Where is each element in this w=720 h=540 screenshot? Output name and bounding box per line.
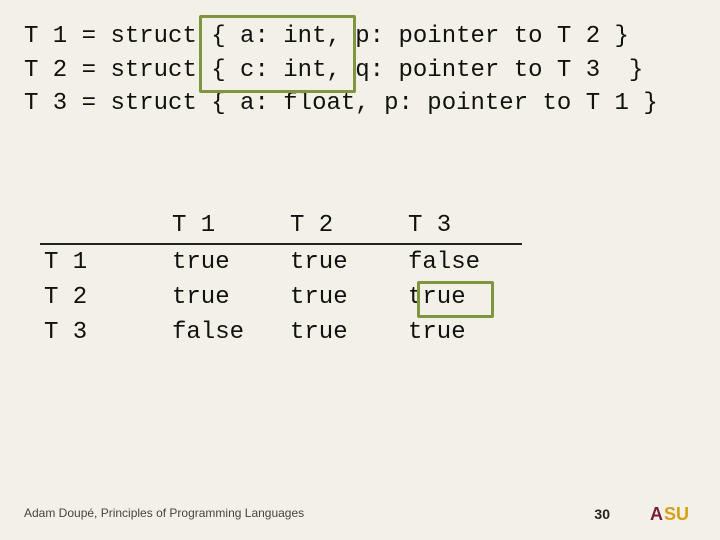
highlight-box-defs (199, 15, 356, 93)
col-h-1: T 1 (168, 208, 286, 244)
def2-name: T 2 (24, 57, 67, 84)
def3-name: T 3 (24, 90, 67, 117)
cell-1-3: false (404, 244, 522, 280)
col-h-3: T 3 (404, 208, 522, 244)
col-empty (40, 208, 168, 244)
asu-logo: A SU (650, 500, 700, 526)
row-h-2: T 2 (40, 280, 168, 315)
def-row-3: T 3 = struct { a: float, p: pointer to T… (24, 87, 696, 121)
row-h-3: T 3 (40, 315, 168, 350)
slide-root: T 1 = struct { a: int, p: pointer to T 2… (0, 0, 720, 540)
cell-1-2: true (286, 244, 404, 280)
cell-1-1: true (168, 244, 286, 280)
equiv-table: T 1 T 2 T 3 T 1 true true false T 2 true… (40, 208, 522, 350)
def1-body: struct { a: int, p: pointer to T 2 } (110, 23, 628, 50)
row-h-1: T 1 (40, 244, 168, 280)
def3-body: struct { a: float, p: pointer to T 1 } (110, 90, 657, 117)
highlight-box-cell (417, 281, 494, 318)
cell-3-2: true (286, 315, 404, 350)
col-h-2: T 2 (286, 208, 404, 244)
def1-name: T 1 (24, 23, 67, 50)
cell-3-3: true (404, 315, 522, 350)
cell-2-2: true (286, 280, 404, 315)
def-row-2: T 2 = struct { c: int, q: pointer to T 3… (24, 54, 696, 88)
page-number: 30 (594, 506, 610, 522)
logo-a: A (650, 504, 663, 524)
def2-body: struct { c: int, q: pointer to T 3 } (110, 57, 643, 84)
cell-3-1: false (168, 315, 286, 350)
def-row-1: T 1 = struct { a: int, p: pointer to T 2… (24, 20, 696, 54)
cell-2-1: true (168, 280, 286, 315)
logo-su: SU (664, 504, 689, 524)
type-definitions: T 1 = struct { a: int, p: pointer to T 2… (24, 20, 696, 121)
footer-text: Adam Doupé, Principles of Programming La… (24, 506, 304, 520)
